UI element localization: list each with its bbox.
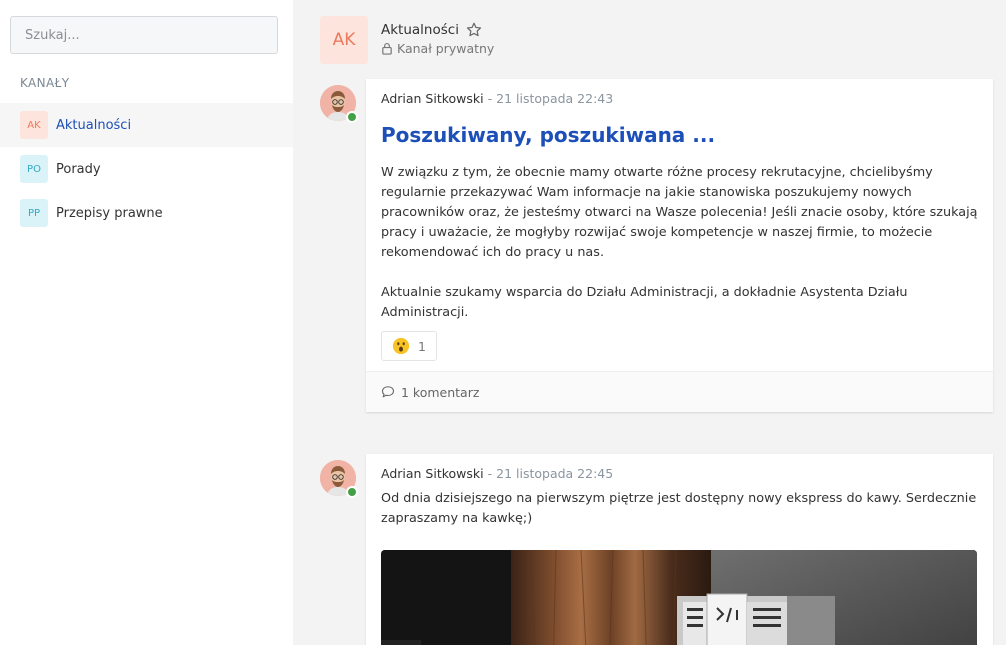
post-author[interactable]: Adrian Sitkowski	[381, 91, 484, 106]
channel-badge: AK	[20, 111, 48, 139]
post-image[interactable]	[381, 550, 977, 645]
channel-name: Aktualności	[56, 117, 132, 133]
comment-icon	[381, 386, 395, 398]
channel-item-aktualnosci[interactable]: AK Aktualności	[0, 103, 293, 147]
search-input[interactable]	[10, 16, 278, 54]
channel-badge: PO	[20, 155, 48, 183]
meta-separator: -	[487, 466, 493, 481]
post-meta: Adrian Sitkowski - 21 listopada 22:43	[381, 91, 613, 106]
meta-separator: -	[487, 91, 493, 106]
sidebar: KANAŁY AK Aktualności PO Porady PP Przep…	[0, 0, 293, 645]
avatar[interactable]	[320, 85, 358, 123]
post-timestamp: 21 listopada 22:43	[496, 91, 614, 106]
post-title[interactable]: Poszukiwany, poszukiwana ...	[381, 123, 715, 147]
post-body-paragraph: W związku z tym, że obecnie mamy otwarte…	[381, 165, 978, 260]
channel-item-przepisy-prawne[interactable]: PP Przepisy prawne	[0, 191, 293, 235]
channel-item-porady[interactable]: PO Porady	[0, 147, 293, 191]
channel-header-subtitle: Kanał prywatny	[381, 41, 494, 56]
channel-privacy-label: Kanał prywatny	[397, 41, 495, 56]
channel-badge: PP	[20, 199, 48, 227]
channel-header-title: Aktualności	[381, 21, 483, 39]
reaction-count: 1	[418, 338, 426, 354]
post-author[interactable]: Adrian Sitkowski	[381, 466, 484, 481]
post-footer: 1 komentarz	[366, 371, 993, 412]
lock-icon	[382, 42, 392, 55]
avatar[interactable]	[320, 460, 358, 498]
post-timestamp: 21 listopada 22:45	[496, 466, 614, 481]
reaction-button[interactable]: 1	[381, 331, 437, 361]
post-card: Adrian Sitkowski - 21 listopada 22:43 Po…	[366, 79, 993, 412]
online-status-dot	[346, 111, 358, 123]
post-card: Adrian Sitkowski - 21 listopada 22:45 Od…	[366, 454, 993, 645]
comments-link[interactable]: 1 komentarz	[401, 385, 479, 400]
surprised-emoji-icon	[392, 337, 410, 355]
star-icon[interactable]	[465, 21, 483, 39]
online-status-dot	[346, 486, 358, 498]
channel-header-badge: AK	[320, 16, 368, 64]
channel-name: Porady	[56, 161, 101, 177]
channel-title: Aktualności	[381, 22, 459, 38]
coffee-machine-photo	[381, 550, 977, 645]
channels-section-label: KANAŁY	[20, 76, 70, 90]
channel-name: Przepisy prawne	[56, 205, 163, 221]
post-meta: Adrian Sitkowski - 21 listopada 22:45	[381, 466, 613, 481]
post-body-paragraph: Od dnia dzisiejszego na pierwszym piętrz…	[381, 491, 977, 526]
post-body-paragraph: Aktualnie szukamy wsparcia do Działu Adm…	[381, 285, 908, 320]
